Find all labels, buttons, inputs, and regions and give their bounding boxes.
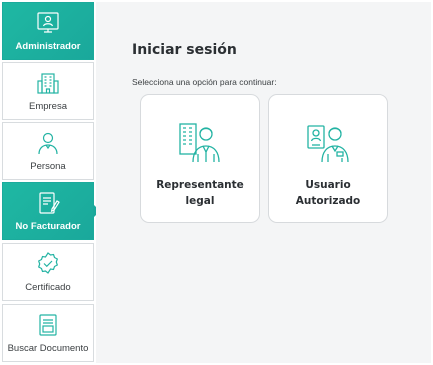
document-search-icon <box>39 314 57 336</box>
sidebar-item-label: Administrador <box>15 41 81 52</box>
sidebar-item-label: Certificado <box>25 282 71 293</box>
certificate-badge-icon <box>37 252 59 274</box>
sidebar-item-buscar-documento[interactable]: Buscar Documento <box>2 304 94 362</box>
legal-representative-icon <box>179 123 220 163</box>
sidebar-item-label: Persona <box>30 161 66 172</box>
sidebar-item-certificado[interactable]: Certificado <box>2 243 94 301</box>
sidebar-item-persona[interactable]: Persona <box>2 122 94 180</box>
building-icon <box>37 73 59 94</box>
subtitle: Selecciona una opción para continuar: <box>132 77 277 87</box>
option-card-usuario-autorizado[interactable]: Usuario Autorizado <box>268 94 388 223</box>
option-label: Usuario Autorizado <box>295 179 361 207</box>
option-label: Representante legal <box>156 179 244 207</box>
login-panel: Iniciar sesión Selecciona una opción par… <box>96 2 431 363</box>
sidebar-item-no-facturador[interactable]: No Facturador <box>2 182 100 240</box>
sidebar: Administrador Empresa Persona No Factura… <box>2 2 100 363</box>
admin-icon <box>37 12 59 33</box>
sidebar-item-label: No Facturador <box>15 221 81 232</box>
authorized-user-icon <box>307 125 349 163</box>
sidebar-item-label: Buscar Documento <box>7 343 89 354</box>
person-icon <box>38 132 58 155</box>
page-title: Iniciar sesión <box>132 42 237 58</box>
sidebar-item-empresa[interactable]: Empresa <box>2 62 94 120</box>
option-card-representante-legal[interactable]: Representante legal <box>140 94 260 223</box>
document-edit-icon <box>39 192 60 214</box>
sidebar-item-label: Empresa <box>28 101 67 112</box>
sidebar-item-administrador[interactable]: Administrador <box>2 2 94 60</box>
